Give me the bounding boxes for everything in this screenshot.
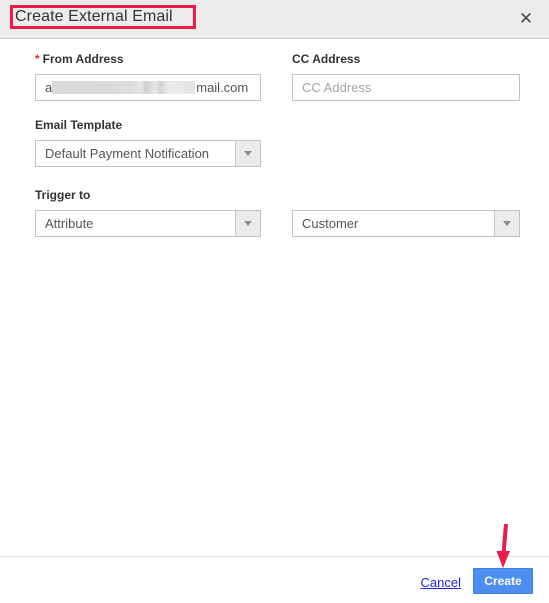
close-icon[interactable]: ✕	[516, 9, 536, 29]
modal-footer: Cancel Create	[0, 556, 549, 603]
field-from-address: * From Address a mail.com	[35, 52, 261, 101]
chevron-down-icon[interactable]	[235, 211, 260, 236]
required-indicator: *	[35, 52, 40, 66]
caret-shape	[244, 151, 252, 156]
trigger-to-target-select[interactable]: Customer	[292, 210, 520, 237]
from-address-label-text: From Address	[42, 52, 124, 66]
field-trigger-to: Trigger to Attribute	[35, 188, 261, 237]
trigger-to-target-selected-value: Customer	[302, 216, 359, 231]
email-template-select[interactable]: Default Payment Notification	[35, 140, 261, 167]
trigger-to-type-selected-value: Attribute	[45, 216, 94, 231]
chevron-down-icon[interactable]	[494, 211, 519, 236]
field-email-template: Email Template Default Payment Notificat…	[35, 118, 261, 167]
from-address-value-prefix: a	[45, 80, 53, 95]
cc-address-label: CC Address	[292, 52, 361, 66]
caret-shape	[503, 221, 511, 226]
chevron-down-icon[interactable]	[235, 141, 260, 166]
cancel-button[interactable]: Cancel	[421, 575, 461, 590]
email-template-label: Email Template	[35, 118, 123, 132]
field-cc-address: CC Address	[292, 52, 520, 101]
trigger-to-label: Trigger to	[35, 188, 91, 202]
modal-body: *From Address a mail.com CC Address Emai…	[0, 40, 549, 556]
email-template-selected-value: Default Payment Notification	[45, 146, 210, 161]
caret-shape	[244, 221, 252, 226]
create-external-email-modal: Create External Email ✕ * From Address a …	[0, 0, 549, 603]
from-address-value-suffix: mail.com	[196, 80, 249, 95]
field-trigger-to-target: Customer	[292, 188, 520, 237]
from-address-label: * From Address	[35, 52, 261, 66]
cc-address-input[interactable]	[292, 74, 520, 101]
trigger-to-type-select[interactable]: Attribute	[35, 210, 261, 237]
page-title: Create External Email	[15, 8, 173, 25]
create-button[interactable]: Create	[473, 568, 533, 594]
from-address-input[interactable]: a mail.com	[35, 74, 261, 101]
modal-header: Create External Email ✕	[0, 0, 549, 39]
redaction-bar	[52, 81, 196, 94]
